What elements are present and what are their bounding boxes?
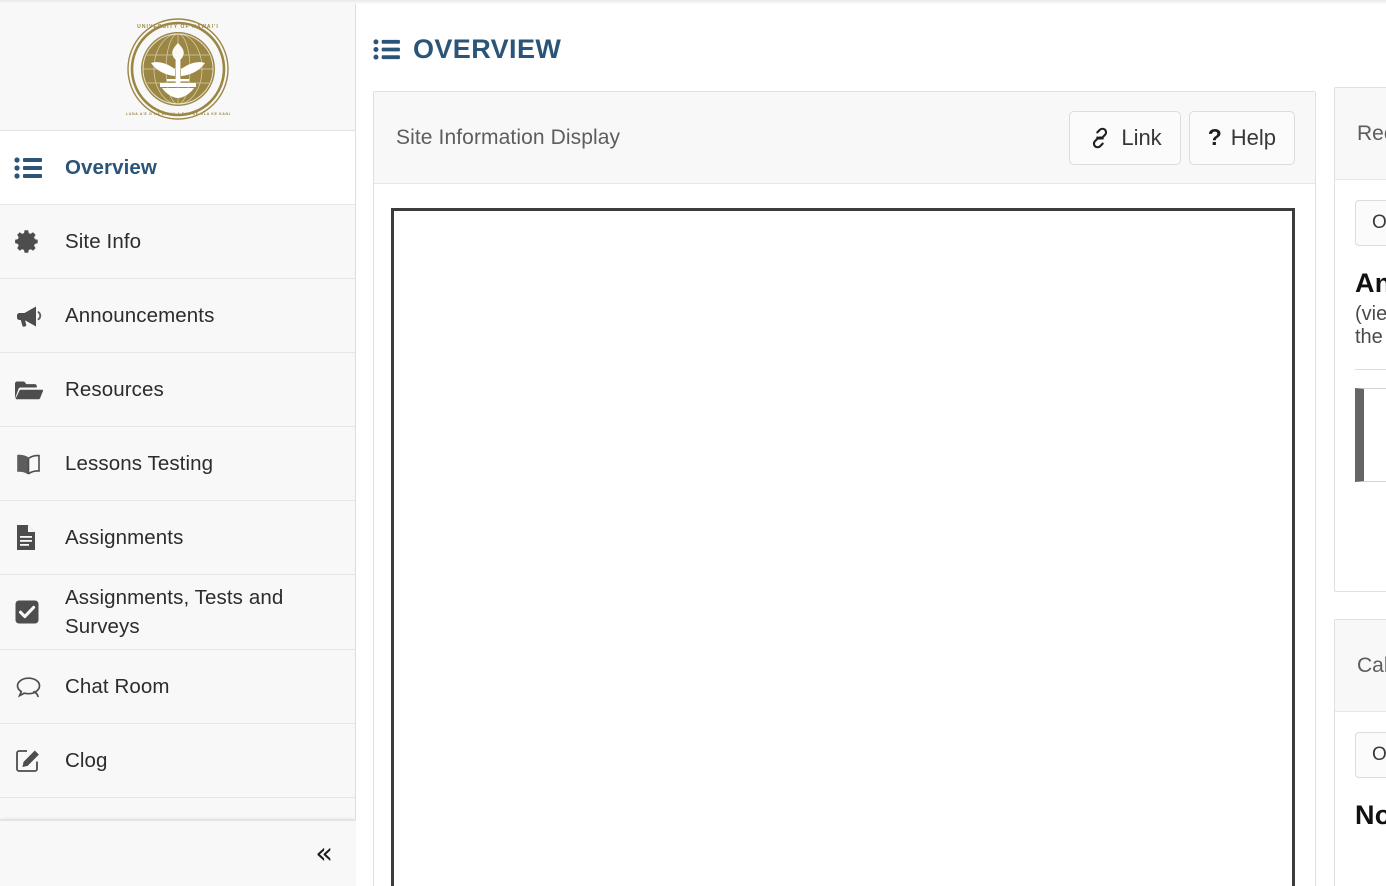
sidebar-item-resources[interactable]: Resources xyxy=(0,353,355,427)
site-navigation-sidebar: UNIVERSITY OF HAWAI'I MA LUNA A'E O NA L… xyxy=(0,4,356,886)
link-button-label: Link xyxy=(1121,124,1162,150)
chevron-double-left-icon[interactable]: « xyxy=(315,839,333,868)
sidebar-item-label: Assignments, Tests and Surveys xyxy=(65,586,284,639)
page-title: OVERVIEW xyxy=(413,33,562,64)
announcements-subtitle: (viewing announcements from the last 10 … xyxy=(1355,303,1386,348)
sidebar-item-lessons-testing[interactable]: Lessons Testing xyxy=(0,427,355,501)
gear-icon xyxy=(14,228,52,255)
sidebar-item-label: Overview xyxy=(65,155,157,179)
portlet-title: Calendar xyxy=(1357,653,1386,677)
link-button[interactable]: Link xyxy=(1069,110,1181,165)
page-header: OVERVIEW xyxy=(357,4,1386,70)
site-information-display-portlet: Site Information Display Link ? Help xyxy=(373,91,1316,886)
page-root: UNIVERSITY OF HAWAI'I MA LUNA A'E O NA L… xyxy=(0,0,1386,886)
sidebar-item-label: Announcements xyxy=(65,303,215,327)
options-button[interactable]: Options xyxy=(1355,732,1386,778)
sidebar-item-site-info[interactable]: Site Info xyxy=(0,205,355,279)
book-icon xyxy=(14,452,52,476)
checkbox-checked-icon xyxy=(14,599,52,625)
svg-text:UNIVERSITY OF HAWAI'I: UNIVERSITY OF HAWAI'I xyxy=(137,24,219,30)
list-icon xyxy=(14,156,52,180)
svg-text:MA LUNA A'E O NA LAHUI A PAU K: MA LUNA A'E O NA LAHUI A PAU KE OLA KE K… xyxy=(126,112,230,116)
options-button[interactable]: Options xyxy=(1355,200,1386,246)
sidebar-item-chat-room[interactable]: Chat Room xyxy=(0,650,355,725)
tool-menu-list: Overview Site Info Announcements Resourc… xyxy=(0,131,355,799)
sidebar-item-label: Assignments xyxy=(65,525,184,549)
portlet-header: Recent Announcements xyxy=(1335,88,1386,180)
announcement-item[interactable] xyxy=(1355,388,1386,482)
pencil-square-icon xyxy=(14,747,52,774)
list-icon xyxy=(373,38,400,61)
sidebar-item-label: Site Info xyxy=(65,229,142,253)
portlet-header: Site Information Display Link ? Help xyxy=(374,92,1315,184)
sidebar-item-assignments[interactable]: Assignments xyxy=(0,501,355,575)
chain-link-icon xyxy=(1088,127,1112,149)
sidebar-footer: « xyxy=(0,819,356,886)
portlet-body: Options Announcements (viewing announcem… xyxy=(1335,180,1386,482)
document-icon xyxy=(14,524,52,551)
right-column: Recent Announcements Options Announcemen… xyxy=(1334,4,1386,886)
sidebar-item-label: Resources xyxy=(65,377,164,401)
help-button[interactable]: ? Help xyxy=(1188,110,1295,165)
portlet-toolbar: Link ? Help xyxy=(1069,110,1295,165)
sidebar-item-label: Lessons Testing xyxy=(65,451,214,475)
chat-bubbles-icon xyxy=(14,675,52,699)
calendar-heading: No events xyxy=(1355,800,1386,830)
institution-logo-area: UNIVERSITY OF HAWAI'I MA LUNA A'E O NA L… xyxy=(0,4,355,131)
calendar-portlet: Calendar Options No events xyxy=(1334,619,1386,886)
site-information-content-frame xyxy=(391,208,1295,886)
portlet-body: Options No events xyxy=(1335,712,1386,831)
bullhorn-icon xyxy=(14,303,52,329)
sidebar-item-assignments-tests-surveys[interactable]: Assignments, Tests and Surveys xyxy=(0,575,355,651)
portlet-title: Recent Announcements xyxy=(1357,121,1386,145)
question-mark-icon: ? xyxy=(1207,124,1222,150)
help-button-label: Help xyxy=(1230,124,1276,150)
recent-announcements-portlet: Recent Announcements Options Announcemen… xyxy=(1334,87,1386,592)
university-of-hawaii-seal-icon: UNIVERSITY OF HAWAI'I MA LUNA A'E O NA L… xyxy=(126,17,230,121)
divider xyxy=(1355,369,1386,370)
announcements-heading: Announcements xyxy=(1355,268,1386,298)
sidebar-item-clog[interactable]: Clog xyxy=(0,724,355,799)
sidebar-item-overview[interactable]: Overview xyxy=(0,131,355,205)
folder-open-icon xyxy=(14,378,52,402)
main-content: OVERVIEW Site Information Display Link ?… xyxy=(357,4,1386,886)
sidebar-item-label: Chat Room xyxy=(65,675,170,699)
sidebar-item-label: Clog xyxy=(65,749,108,773)
portlet-title: Site Information Display xyxy=(396,125,621,149)
sidebar-item-announcements[interactable]: Announcements xyxy=(0,279,355,353)
portlet-header: Calendar xyxy=(1335,620,1386,712)
